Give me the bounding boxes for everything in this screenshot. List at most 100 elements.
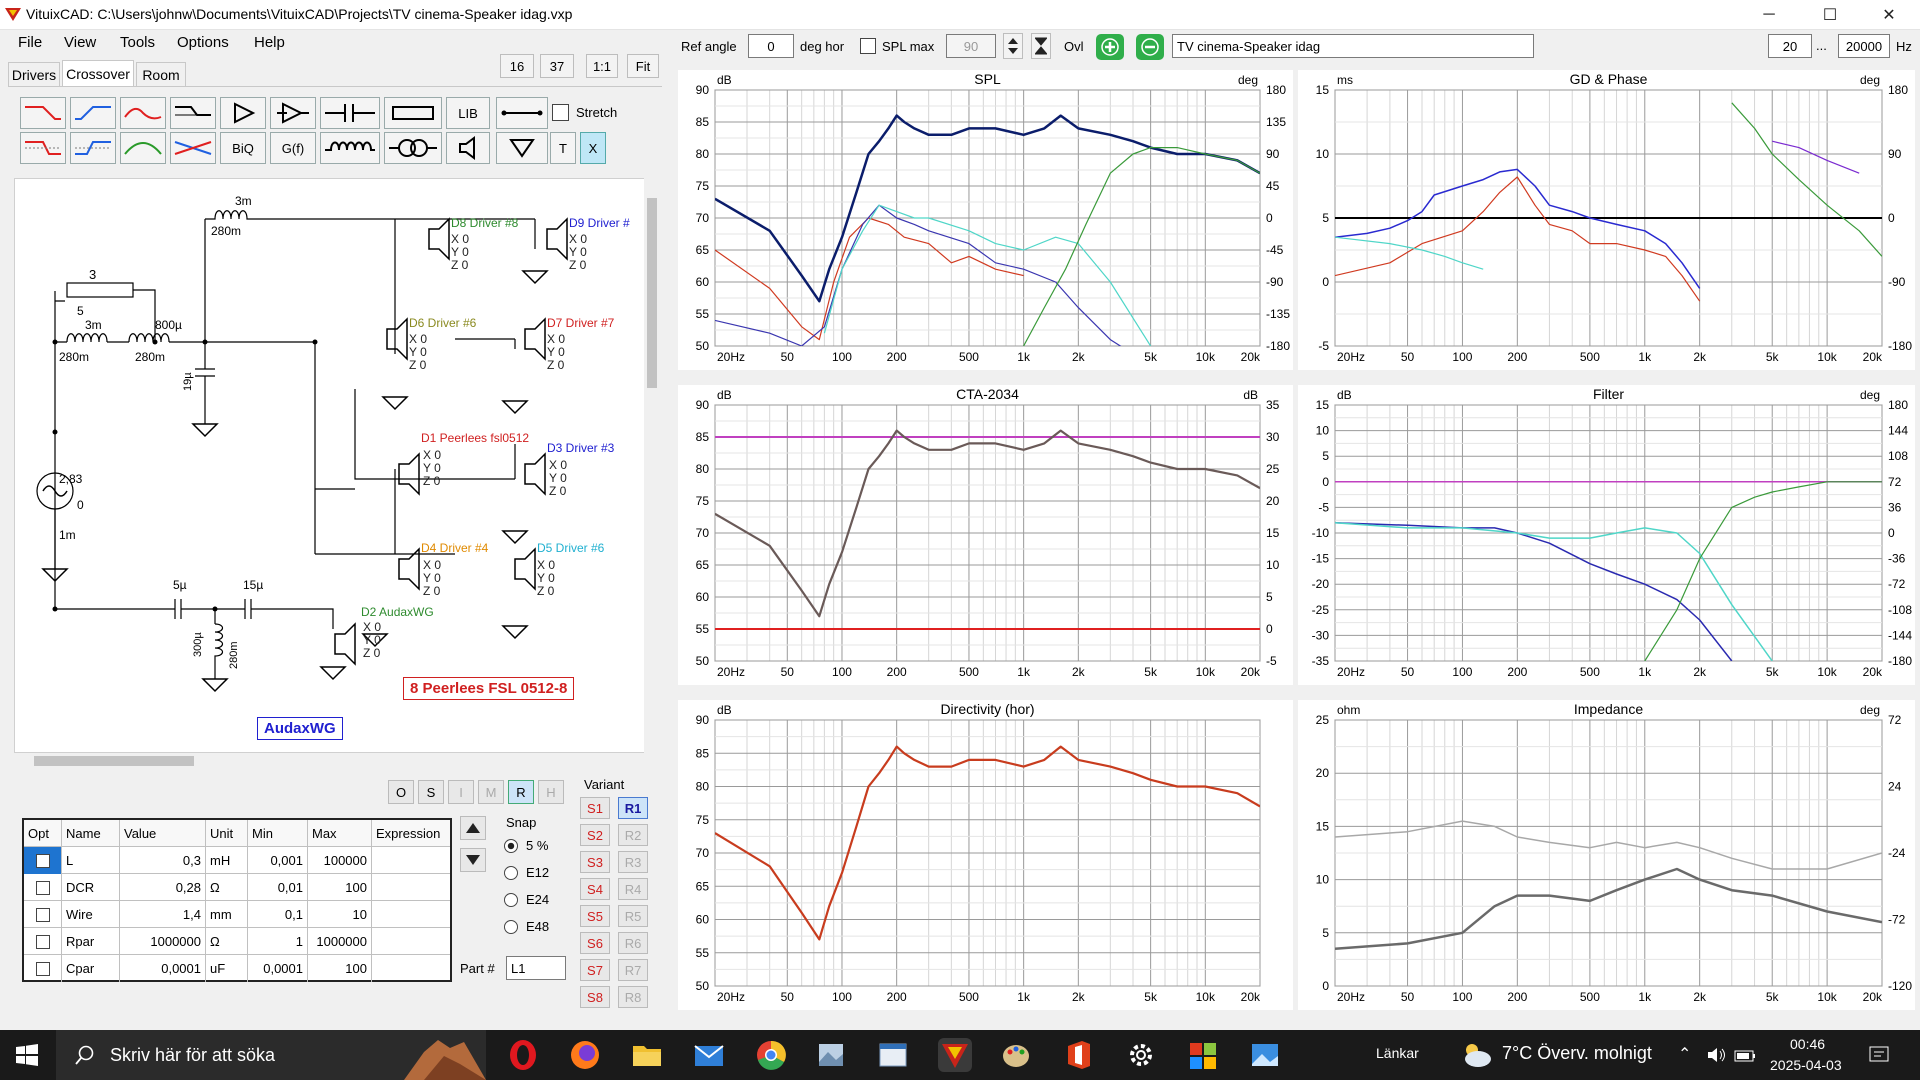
spin-updown-button[interactable] xyxy=(1003,33,1023,59)
tab-crossover[interactable]: Crossover xyxy=(62,60,134,86)
param-max[interactable]: 10 xyxy=(308,901,372,928)
menu-view[interactable]: View xyxy=(64,34,96,51)
table-row[interactable]: Wire 1,4 mm 0,1 10 xyxy=(24,901,450,928)
param-value[interactable]: 0,28 xyxy=(120,874,206,901)
tiles-app-icon[interactable] xyxy=(1186,1038,1220,1072)
freq-high-input[interactable]: 20000 xyxy=(1838,34,1890,58)
variant-r2-button[interactable]: R2 xyxy=(618,824,648,846)
add-overlay-button[interactable] xyxy=(1096,34,1124,60)
opera-icon[interactable] xyxy=(506,1038,540,1072)
file-explorer-icon[interactable] xyxy=(630,1038,664,1072)
highpass-filter-button[interactable] xyxy=(70,97,116,129)
zoom-1to1-button[interactable]: 1:1 xyxy=(586,54,618,78)
photos-icon[interactable] xyxy=(814,1038,848,1072)
tab-drivers[interactable]: Drivers xyxy=(8,62,60,86)
peak-filter-button[interactable] xyxy=(120,97,166,129)
driver-label-d4[interactable]: D4 Driver #4 xyxy=(421,541,489,555)
snap-option-5pct[interactable]: 5 % xyxy=(504,838,548,853)
radio[interactable] xyxy=(504,919,518,934)
radio[interactable] xyxy=(504,865,518,880)
view-button-s[interactable]: S xyxy=(418,780,444,804)
transfer-function-button[interactable]: G(f) xyxy=(270,132,316,164)
move-down-button[interactable] xyxy=(460,848,486,872)
param-min[interactable]: 0,1 xyxy=(248,901,308,928)
hscroll-thumb[interactable] xyxy=(34,756,194,766)
buffer-button[interactable] xyxy=(270,97,316,129)
ground-button[interactable] xyxy=(496,132,548,164)
app-window-icon[interactable] xyxy=(876,1038,910,1072)
text-tool-button[interactable]: T xyxy=(550,132,576,164)
variant-r5-button[interactable]: R5 xyxy=(618,905,648,927)
driver-button[interactable] xyxy=(446,132,490,164)
table-row[interactable]: Cpar 0,0001 uF 0,0001 100 xyxy=(24,955,450,982)
snap-option-e24[interactable]: E24 xyxy=(504,892,549,907)
bandpass-button[interactable] xyxy=(120,132,166,164)
notification-icon[interactable] xyxy=(1868,1044,1890,1066)
filter-chart-panel[interactable]: 15 10 5 0 -5 -10 -15 -20 -25 -30 -35 180 144 108 72 36 0… xyxy=(1298,385,1915,685)
param-value[interactable]: 0,3 xyxy=(120,847,206,874)
param-min[interactable]: 0,0001 xyxy=(248,955,308,982)
gd-phase-chart-panel[interactable]: 15 10 5 0 -5 180 90 0 -90 -180 20Hz 50 100 200 500 1k 2k… xyxy=(1298,70,1915,370)
variant-r4-button[interactable]: R4 xyxy=(618,878,648,900)
param-value[interactable]: 1,4 xyxy=(120,901,206,928)
tray-chevron-icon[interactable]: ⌃ xyxy=(1678,1044,1691,1064)
cta2034-chart-panel[interactable]: 90 85 80 75 70 65 60 55 50 35 30 25 20 15 10 5 0 -5 20Hz 50… xyxy=(678,385,1293,685)
variant-s4-button[interactable]: S4 xyxy=(580,878,610,900)
minimize-button[interactable]: ─ xyxy=(1746,0,1792,30)
variant-s3-button[interactable]: S3 xyxy=(580,851,610,873)
param-max[interactable]: 100 xyxy=(308,955,372,982)
tab-room[interactable]: Room xyxy=(136,62,186,86)
capacitor-button[interactable] xyxy=(320,97,380,129)
param-min[interactable]: 1 xyxy=(248,928,308,955)
zoom-37-button[interactable]: 37 xyxy=(540,54,574,78)
chart-svg[interactable]: 151050-5180900-90-18020Hz 50 100 200 500 1k 2k… xyxy=(1298,70,1915,370)
directivity-chart-panel[interactable]: 90 85 80 75 70 65 60 55 50 20Hz 50 100 200 500 1k 2k 5k 1… xyxy=(678,700,1293,1010)
close-button[interactable]: ✕ xyxy=(1866,0,1912,30)
clock-time[interactable]: 00:46 xyxy=(1790,1036,1825,1052)
param-max[interactable]: 1000000 xyxy=(308,928,372,955)
project-name-input[interactable]: TV cinema-Speaker idag xyxy=(1172,34,1534,58)
weather-text[interactable]: 7°C Överv. molnigt xyxy=(1502,1043,1652,1064)
snap-option-e48[interactable]: E48 xyxy=(504,919,549,934)
variant-s5-button[interactable]: S5 xyxy=(580,905,610,927)
zoom-fit-button[interactable]: Fit xyxy=(627,54,659,78)
transformer-button[interactable] xyxy=(384,132,442,164)
settings-gear-icon[interactable] xyxy=(1124,1038,1158,1072)
wire-button[interactable] xyxy=(496,97,548,129)
snap-option-e12[interactable]: E12 xyxy=(504,865,549,880)
param-expression[interactable] xyxy=(372,847,450,874)
remove-overlay-button[interactable] xyxy=(1136,34,1164,60)
param-min[interactable]: 0,001 xyxy=(248,847,308,874)
menu-file[interactable]: File xyxy=(18,34,42,51)
chrome-icon[interactable] xyxy=(754,1038,788,1072)
param-expression[interactable] xyxy=(372,901,450,928)
image-viewer-icon[interactable] xyxy=(1248,1038,1282,1072)
taskbar-links-label[interactable]: Länkar xyxy=(1376,1045,1419,1061)
stretch-checkbox[interactable] xyxy=(552,104,569,121)
radio-selected[interactable] xyxy=(504,838,518,853)
table-row[interactable]: Rpar 1000000 Ω 1 1000000 xyxy=(24,928,450,955)
clock-date[interactable]: 2025-04-03 xyxy=(1770,1057,1842,1073)
variant-s7-button[interactable]: S7 xyxy=(580,959,610,981)
amplifier-button[interactable] xyxy=(220,97,266,129)
schematic-note-peerlees[interactable]: 8 Peerlees FSL 0512-8 xyxy=(403,677,575,700)
opt-checkbox[interactable] xyxy=(35,880,50,895)
library-button[interactable]: LIB xyxy=(446,97,490,129)
delete-tool-button[interactable]: X xyxy=(580,132,606,164)
freq-low-input[interactable]: 20 xyxy=(1768,34,1812,58)
vscroll-thumb[interactable] xyxy=(647,198,657,388)
chart-svg[interactable]: 90 85 80 75 70 65 60 55 50 180 135 90 45 0 -45 -90 -135 -… xyxy=(678,70,1293,370)
view-button-i[interactable]: I xyxy=(448,780,474,804)
crossover-schematic[interactable]: 3 5 3m 280m 800µ 280m 3m 280m 19µ 2,83 0… xyxy=(14,178,656,753)
variant-r7-button[interactable]: R7 xyxy=(618,959,648,981)
inductor-button[interactable] xyxy=(320,132,380,164)
variant-r1-button[interactable]: R1 xyxy=(618,797,648,819)
maximize-button[interactable]: ☐ xyxy=(1807,0,1853,30)
variant-r6-button[interactable]: R6 xyxy=(618,932,648,954)
chart-svg[interactable]: 25201510507224-24-72-12020Hz 50 100 200 500 1… xyxy=(1298,700,1915,1010)
param-min[interactable]: 0,01 xyxy=(248,874,308,901)
param-max[interactable]: 100 xyxy=(308,874,372,901)
param-expression[interactable] xyxy=(372,955,450,982)
param-expression[interactable] xyxy=(372,874,450,901)
table-row[interactable]: L 0,3 mH 0,001 100000 xyxy=(24,847,450,874)
